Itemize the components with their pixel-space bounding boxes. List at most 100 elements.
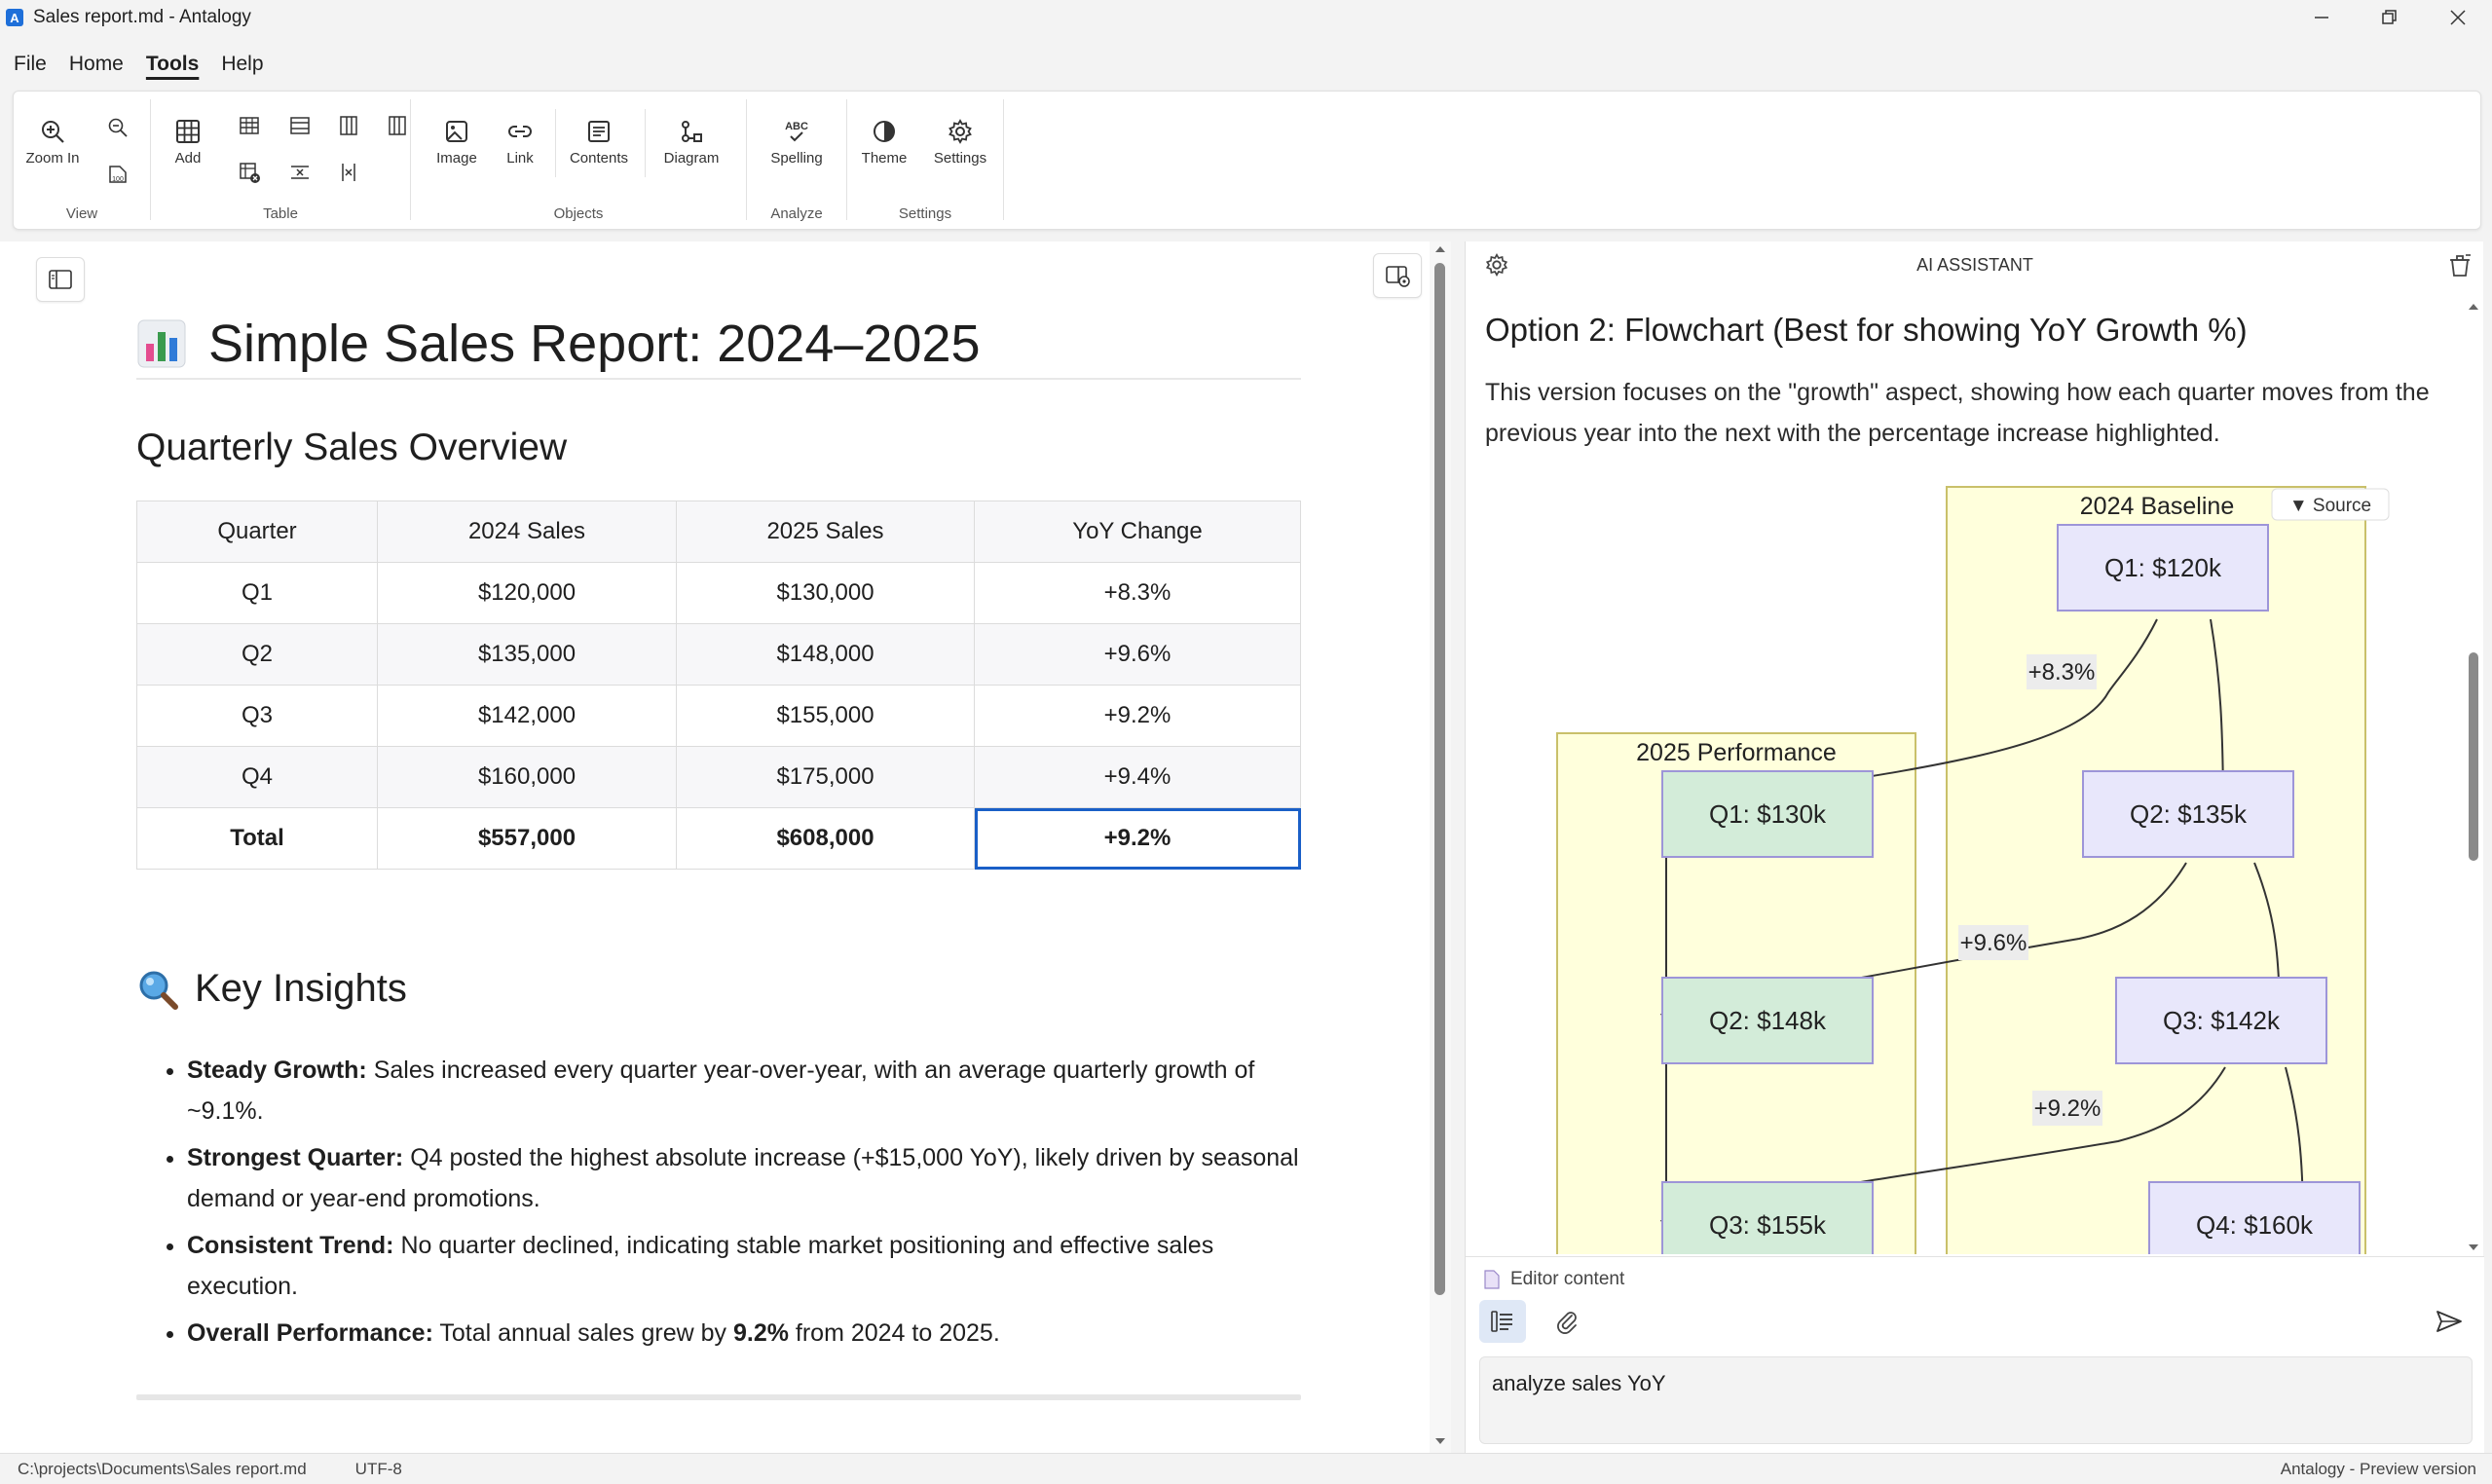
editor-scrollbar[interactable] (1430, 241, 1451, 1453)
edge-label: +9.2% (2034, 1095, 2101, 1122)
table-cell[interactable]: +9.2% (974, 685, 1301, 747)
table-cell[interactable]: $148,000 (676, 623, 975, 686)
insert-column-right-button[interactable] (381, 109, 414, 142)
add-table-label: Add (174, 150, 202, 167)
list-item: Steady Growth: Sales increased every qua… (187, 1050, 1307, 1132)
menu-tools[interactable]: Tools (146, 53, 199, 76)
restore-button[interactable] (2356, 0, 2424, 35)
menu-help[interactable]: Help (221, 53, 263, 76)
menu-home[interactable]: Home (69, 53, 124, 76)
delete-column-button[interactable] (332, 156, 365, 189)
table-cell[interactable]: $135,000 (377, 623, 677, 686)
ai-scrollbar[interactable] (2466, 300, 2481, 1254)
insert-row-above-button[interactable] (233, 109, 266, 142)
encoding[interactable]: UTF-8 (355, 1460, 402, 1479)
ai-settings-button[interactable] (1483, 251, 1510, 283)
add-table-button[interactable]: Add (151, 117, 225, 167)
insert-column-right-icon (389, 116, 406, 135)
minimize-button[interactable] (2287, 0, 2356, 35)
table-cell[interactable]: $175,000 (676, 746, 975, 808)
table-total-row: Total $557,000 $608,000 +9.2% (136, 807, 1301, 870)
chat-input[interactable]: analyze sales YoY (1479, 1356, 2473, 1444)
insert-diagram-button[interactable]: Diagram (654, 117, 728, 167)
table-cell[interactable]: Q2 (136, 623, 378, 686)
theme-button[interactable]: Theme (847, 117, 921, 167)
spelling-button[interactable]: ABC Spelling (760, 117, 834, 167)
delete-table-icon (240, 163, 260, 183)
table-header-row: Quarter 2024 Sales 2025 Sales YoY Change (136, 501, 1301, 563)
table-cell[interactable]: +8.3% (974, 562, 1301, 624)
table-cell[interactable]: +9.6% (974, 623, 1301, 686)
table-row: Q2 $135,000 $148,000 +9.6% (136, 623, 1301, 686)
menu-file[interactable]: File (14, 53, 47, 76)
cluster-2025-label: 2025 Performance (1636, 739, 1837, 766)
ai-header-title: AI ASSISTANT (1916, 254, 2033, 275)
table-row: Q4 $160,000 $175,000 +9.4% (136, 746, 1301, 808)
source-button[interactable]: ▼ Source (2271, 488, 2390, 521)
scrollbar-thumb[interactable] (2469, 652, 2478, 861)
flowchart-diagram: 2024 Baseline 2025 Performance ▼ Source … (1534, 483, 2430, 1254)
zoom-in-label: Zoom In (25, 150, 80, 167)
table-header[interactable]: 2025 Sales (676, 501, 975, 563)
table-cell[interactable]: $608,000 (676, 807, 975, 870)
scroll-up-icon (2469, 304, 2478, 310)
table-header[interactable]: Quarter (136, 501, 378, 563)
node-label: Q1: $130k (1709, 799, 1827, 829)
scroll-down-icon (1435, 1438, 1445, 1444)
ribbon-toolbar: Zoom In 100 View Add Table Image Link Co… (13, 91, 2481, 230)
scroll-down-icon (2469, 1244, 2478, 1250)
file-path: C:\projects\Documents\Sales report.md (18, 1459, 307, 1478)
list-item: Strongest Quarter: Q4 posted the highest… (187, 1137, 1307, 1219)
editor-pane[interactable]: Simple Sales Report: 2024–2025 Quarterly… (0, 241, 1451, 1453)
ai-input-area: Editor content analyze sales YoY (1466, 1256, 2484, 1453)
ribbon-group-analyze-label: Analyze (770, 205, 823, 222)
table-cell[interactable]: $142,000 (377, 685, 677, 747)
insert-column-left-button[interactable] (332, 109, 365, 142)
table-header[interactable]: YoY Change (974, 501, 1301, 563)
close-button[interactable] (2424, 0, 2492, 35)
insert-row-below-button[interactable] (283, 109, 316, 142)
actual-size-button[interactable]: 100 (101, 158, 134, 191)
clear-chat-button[interactable] (2446, 251, 2473, 283)
image-label: Image (436, 150, 477, 167)
table-cell[interactable]: Q1 (136, 562, 378, 624)
send-button[interactable] (2428, 1300, 2471, 1343)
theme-label: Theme (861, 150, 908, 167)
zoom-in-button[interactable]: Zoom In (16, 117, 90, 167)
scroll-up-icon (1435, 246, 1445, 252)
list-item: Consistent Trend: No quarter declined, i… (187, 1225, 1307, 1307)
ribbon-group-settings-label: Settings (898, 205, 952, 222)
include-context-toggle[interactable] (1479, 1300, 1526, 1343)
contents-label: Contents (569, 150, 629, 167)
ai-panel-icon (1386, 266, 1410, 287)
diagram-icon (682, 121, 702, 142)
delete-table-button[interactable] (233, 156, 266, 189)
sidebar-toggle-button[interactable] (36, 257, 85, 302)
table-header[interactable]: 2024 Sales (377, 501, 677, 563)
table-cell[interactable]: $155,000 (676, 685, 975, 747)
table-cell[interactable]: Q4 (136, 746, 378, 808)
zoom-in-icon (42, 121, 64, 143)
insert-contents-button[interactable]: Contents (562, 117, 636, 167)
insert-link-button[interactable]: Link (483, 117, 557, 167)
table-cell[interactable]: $557,000 (377, 807, 677, 870)
table-cell[interactable]: Total (136, 807, 378, 870)
close-icon (2450, 10, 2466, 25)
scrollbar-thumb[interactable] (1434, 263, 1445, 1295)
delete-row-button[interactable] (283, 156, 316, 189)
table-cell[interactable]: $130,000 (676, 562, 975, 624)
settings-button[interactable]: Settings (923, 117, 997, 167)
table-cell-selected[interactable]: +9.2% (974, 807, 1301, 870)
table-cell[interactable]: $120,000 (377, 562, 677, 624)
link-icon (508, 126, 532, 137)
table-cell[interactable]: +9.4% (974, 746, 1301, 808)
bar-chart-icon (136, 318, 187, 369)
context-label: Editor content (1510, 1269, 1625, 1289)
spelling-label: Spelling (770, 150, 823, 167)
zoom-out-button[interactable] (101, 111, 134, 144)
attach-button[interactable] (1545, 1300, 1588, 1343)
table-cell[interactable]: Q3 (136, 685, 378, 747)
table-cell[interactable]: $160,000 (377, 746, 677, 808)
ai-panel-toggle-button[interactable] (1373, 253, 1422, 298)
paperclip-icon (1557, 1312, 1577, 1334)
